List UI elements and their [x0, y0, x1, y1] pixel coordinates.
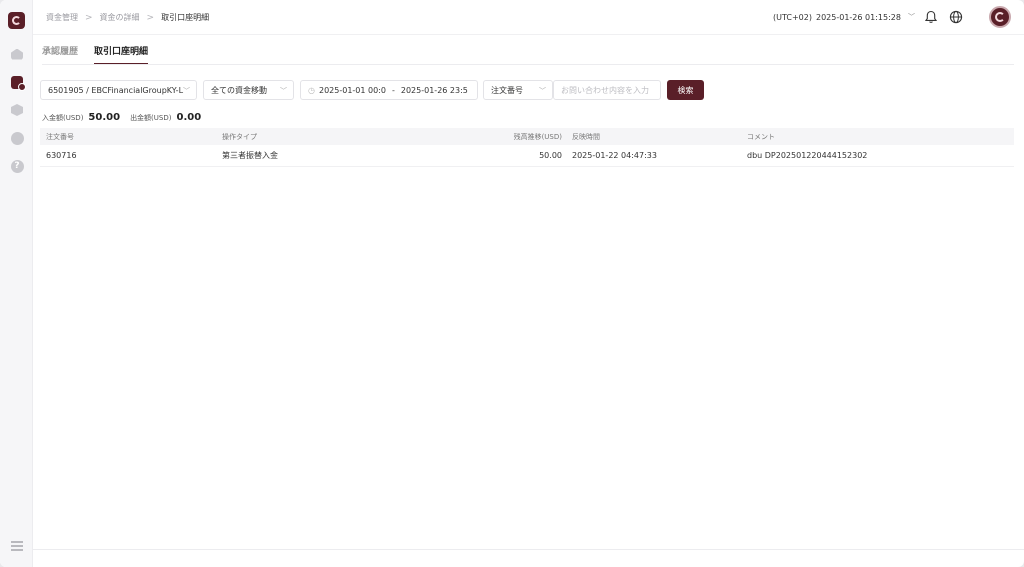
tab-bar: 承認履歴 取引口座明細	[42, 44, 149, 65]
avatar[interactable]	[989, 6, 1011, 28]
tab-account-statement[interactable]: 取引口座明細	[94, 44, 149, 65]
column-header-balance-change: 残高推移(USD)	[513, 132, 562, 141]
timezone-label: (UTC+02)	[773, 12, 812, 22]
deposit-amount: 50.00	[88, 112, 121, 123]
account-select[interactable]: 6501905 / EBCFinancialGroupKY-L ﹀	[40, 80, 197, 100]
cell-balance-change: 50.00	[539, 151, 562, 160]
cell-operation-type: 第三者振替入金	[222, 151, 278, 160]
footer-divider	[33, 549, 1024, 550]
column-header-reflected-time: 反映時間	[572, 132, 600, 141]
breadcrumb-separator: >	[85, 12, 93, 23]
search-button[interactable]: 検索	[667, 80, 704, 100]
statement-table: 注文番号 操作タイプ 残高推移(USD) 反映時間 コメント 630716 第三…	[40, 128, 1014, 167]
top-bar: 資金管理 > 資金の詳細 > 取引口座明細 (UTC+02) 2025-01-2…	[33, 0, 1024, 35]
date-separator: -	[391, 85, 395, 95]
tab-divider	[42, 64, 1014, 65]
app-window: ? 資金管理 > 資金の詳細 > 取引口座明細 (UTC+02) 2025-01…	[0, 0, 1024, 567]
cell-reflected-time: 2025-01-22 04:47:33	[572, 151, 657, 160]
collapse-menu-icon[interactable]	[10, 539, 24, 553]
breadcrumb-separator: >	[146, 12, 155, 23]
date-end[interactable]: 2025-01-26 23:5	[401, 86, 468, 95]
home-icon[interactable]	[10, 47, 24, 61]
current-datetime: 2025-01-26 01:15:28	[815, 12, 901, 22]
user-icon[interactable]	[10, 131, 24, 145]
date-range-picker[interactable]: ◷ 2025-01-01 00:0 - 2025-01-26 23:5	[300, 80, 478, 100]
chevron-down-icon: ﹀	[907, 13, 915, 21]
chevron-down-icon: ﹀	[280, 87, 287, 95]
search-field-select[interactable]: 注文番号 ﹀	[483, 80, 553, 100]
totals-summary: 入金額(USD) 50.00 出金額(USD) 0.00	[42, 112, 211, 123]
column-header-order-no: 注文番号	[46, 132, 74, 141]
withdraw-amount: 0.00	[176, 112, 202, 123]
column-header-comment: コメント	[747, 132, 775, 141]
breadcrumb: 資金管理 > 資金の詳細 > 取引口座明細	[46, 12, 209, 23]
date-start[interactable]: 2025-01-01 00:0	[319, 86, 386, 95]
account-select-value: 6501905 / EBCFinancialGroupKY-L	[48, 85, 184, 95]
movement-type-select[interactable]: 全ての資金移動 ﹀	[203, 80, 294, 100]
globe-icon[interactable]	[949, 10, 963, 24]
cube-icon[interactable]	[10, 103, 24, 117]
search-field-value: 注文番号	[491, 85, 523, 95]
funds-icon[interactable]	[10, 75, 26, 91]
cell-comment: dbu DP202501220444152302	[747, 151, 868, 160]
brand-logo[interactable]	[8, 12, 25, 29]
breadcrumb-current: 取引口座明細	[161, 13, 210, 22]
breadcrumb-item[interactable]: 資金の詳細	[100, 12, 140, 23]
table-row[interactable]: 630716 第三者振替入金 50.00 2025-01-22 04:47:33…	[40, 145, 1014, 167]
table-header: 注文番号 操作タイプ 残高推移(USD) 反映時間 コメント	[40, 128, 1014, 145]
help-icon[interactable]: ?	[10, 159, 24, 173]
search-input-placeholder: お問い合わせ内容を入力	[561, 85, 649, 95]
deposit-label: 入金額(USD)	[42, 114, 84, 122]
clock-icon: ◷	[308, 85, 315, 95]
breadcrumb-item[interactable]: 資金管理	[46, 12, 78, 23]
chevron-down-icon: ﹀	[539, 87, 546, 95]
chevron-down-icon: ﹀	[183, 87, 190, 95]
bell-icon[interactable]	[924, 10, 938, 24]
cell-order-no: 630716	[46, 151, 77, 160]
column-header-operation-type: 操作タイプ	[222, 132, 257, 141]
search-input[interactable]: お問い合わせ内容を入力	[553, 80, 661, 100]
sidebar: ?	[0, 0, 33, 567]
tab-approval-history[interactable]: 承認履歴	[42, 44, 78, 65]
timezone-selector[interactable]: (UTC+02) 2025-01-26 01:15:28 ﹀	[773, 12, 915, 22]
movement-type-value: 全ての資金移動	[211, 85, 267, 95]
withdraw-label: 出金額(USD)	[130, 114, 172, 122]
